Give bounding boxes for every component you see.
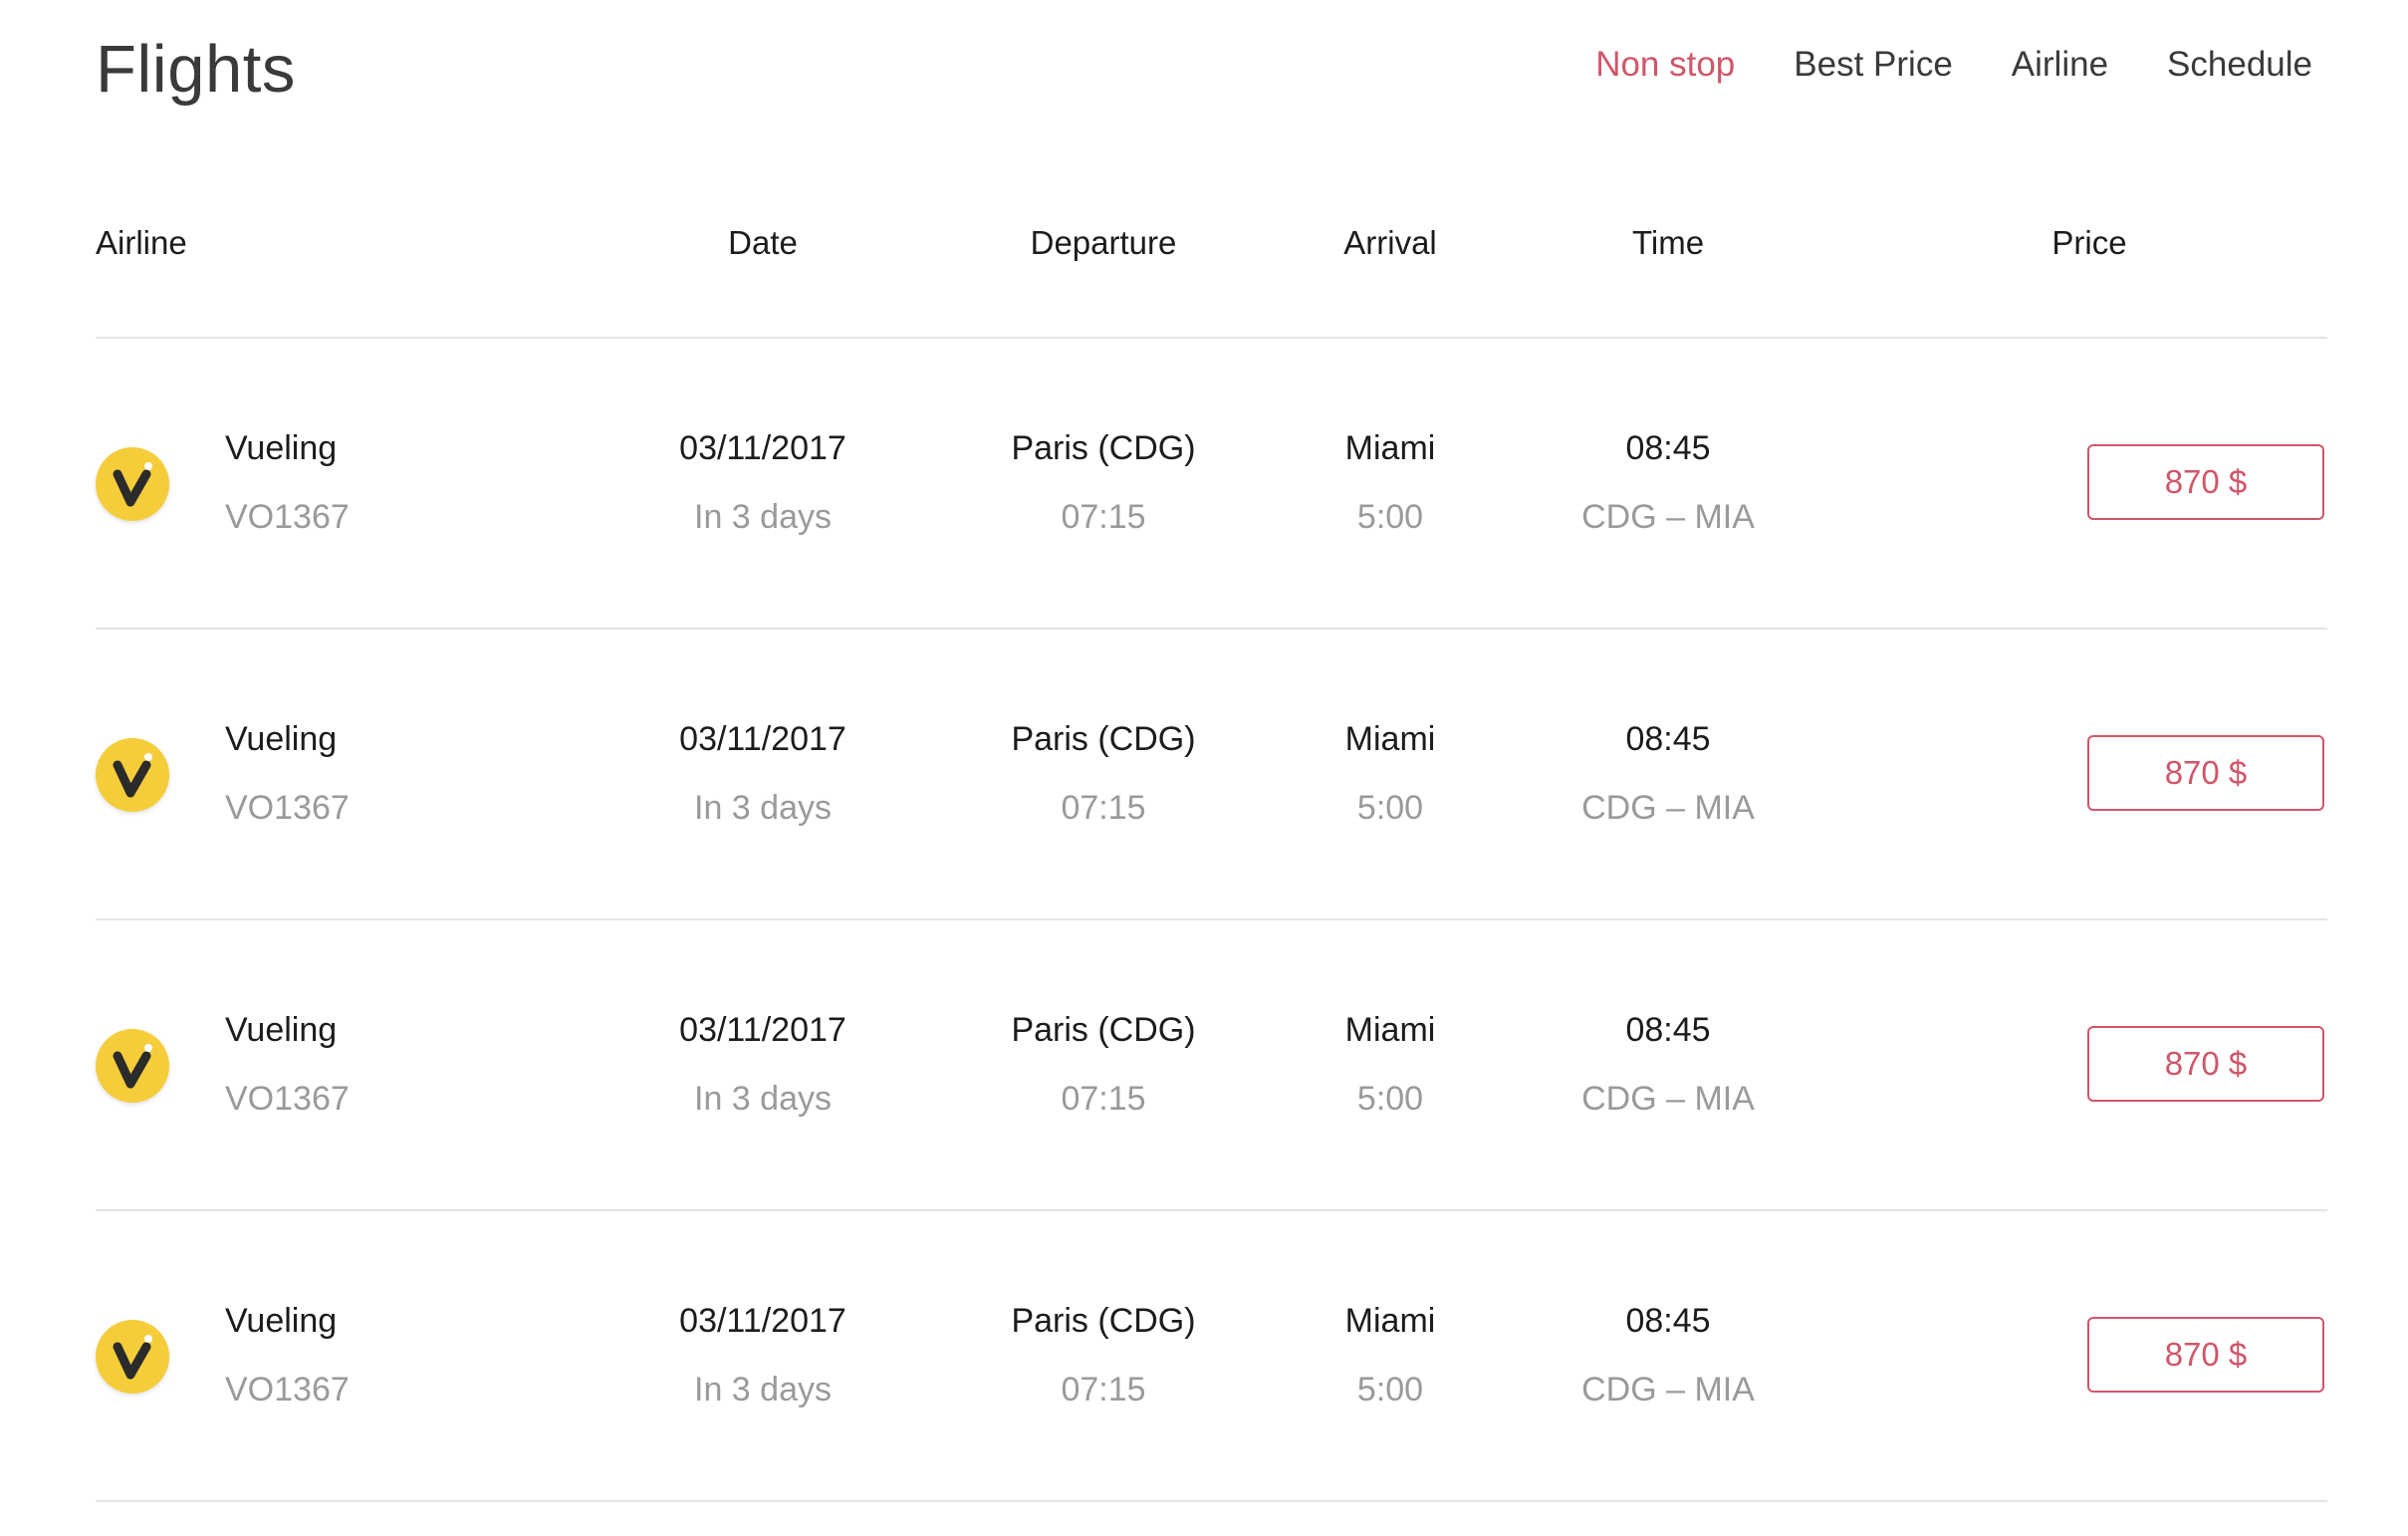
arrival-city: Miami [1344, 429, 1436, 467]
flight-time: 08:45 [1625, 1011, 1711, 1049]
arrival-city: Miami [1344, 720, 1436, 758]
table-header: Airline Date Departure Arrival Time Pric… [0, 224, 2408, 274]
flight-date: 03/11/2017 [679, 720, 846, 758]
departure-time: 07:15 [1061, 498, 1146, 536]
arrival-duration: 5:00 [1356, 498, 1424, 536]
flight-route: CDG – MIA [1581, 1080, 1755, 1118]
price-button[interactable]: 870 $ [2087, 735, 2324, 811]
header-time[interactable]: Time [1632, 224, 1704, 262]
table-row[interactable]: Vueling VO1367 03/11/2017 In 3 days Pari… [0, 630, 2408, 918]
filter-non-stop[interactable]: Non stop [1595, 40, 1735, 90]
price-button[interactable]: 870 $ [2087, 1317, 2324, 1393]
departure-time: 07:15 [1061, 1080, 1146, 1118]
price-button[interactable]: 870 $ [2087, 1026, 2324, 1102]
airline-name: Vueling [225, 1302, 338, 1340]
departure-city: Paris (CDG) [1011, 1011, 1196, 1049]
departure-time: 07:15 [1061, 1371, 1146, 1408]
arrival-duration: 5:00 [1356, 1371, 1424, 1408]
table-row[interactable]: Vueling VO1367 03/11/2017 In 3 days Pari… [0, 339, 2408, 628]
flight-route: CDG – MIA [1581, 789, 1755, 827]
relative-date: In 3 days [694, 498, 832, 536]
flight-route: CDG – MIA [1581, 498, 1755, 536]
airline-name: Vueling [225, 429, 338, 467]
relative-date: In 3 days [694, 789, 832, 827]
flight-number: VO1367 [225, 1080, 350, 1118]
flight-time: 08:45 [1625, 720, 1711, 758]
header-arrival[interactable]: Arrival [1343, 224, 1437, 262]
arrival-duration: 5:00 [1356, 789, 1424, 827]
flight-number: VO1367 [225, 789, 350, 827]
arrival-city: Miami [1344, 1302, 1436, 1340]
header-departure[interactable]: Departure [1031, 224, 1177, 262]
relative-date: In 3 days [694, 1080, 832, 1118]
arrival-city: Miami [1344, 1011, 1436, 1049]
header-airline[interactable]: Airline [96, 224, 187, 262]
departure-city: Paris (CDG) [1011, 1302, 1196, 1340]
airline-name: Vueling [225, 720, 338, 758]
flights-page: Flights Non stop Best Price Airline Sche… [0, 0, 2408, 1536]
relative-date: In 3 days [694, 1371, 832, 1408]
row-divider [96, 1500, 2327, 1502]
airline-name: Vueling [225, 1011, 338, 1049]
page-title: Flights [96, 32, 296, 107]
filter-best-price[interactable]: Best Price [1794, 40, 1953, 90]
flight-date: 03/11/2017 [679, 1011, 846, 1049]
header-price[interactable]: Price [2051, 224, 2126, 262]
vueling-logo-icon [96, 1029, 169, 1103]
price-button[interactable]: 870 $ [2087, 444, 2324, 520]
departure-time: 07:15 [1061, 789, 1146, 827]
departure-city: Paris (CDG) [1011, 429, 1196, 467]
flight-date: 03/11/2017 [679, 1302, 846, 1340]
flight-time: 08:45 [1625, 1302, 1711, 1340]
vueling-logo-icon [96, 447, 169, 521]
flight-time: 08:45 [1625, 429, 1711, 467]
flight-date: 03/11/2017 [679, 429, 846, 467]
flight-number: VO1367 [225, 498, 350, 536]
table-row[interactable]: Vueling VO1367 03/11/2017 In 3 days Pari… [0, 1211, 2408, 1500]
filter-airline[interactable]: Airline [2012, 40, 2108, 90]
table-row[interactable]: Vueling VO1367 03/11/2017 In 3 days Pari… [0, 920, 2408, 1209]
flight-number: VO1367 [225, 1371, 350, 1408]
header-date[interactable]: Date [728, 224, 798, 262]
vueling-logo-icon [96, 738, 169, 812]
departure-city: Paris (CDG) [1011, 720, 1196, 758]
arrival-duration: 5:00 [1356, 1080, 1424, 1118]
filter-schedule[interactable]: Schedule [2167, 40, 2312, 90]
vueling-logo-icon [96, 1320, 169, 1394]
flight-route: CDG – MIA [1581, 1371, 1755, 1408]
filter-nav: Non stop Best Price Airline Schedule [1595, 40, 2312, 90]
